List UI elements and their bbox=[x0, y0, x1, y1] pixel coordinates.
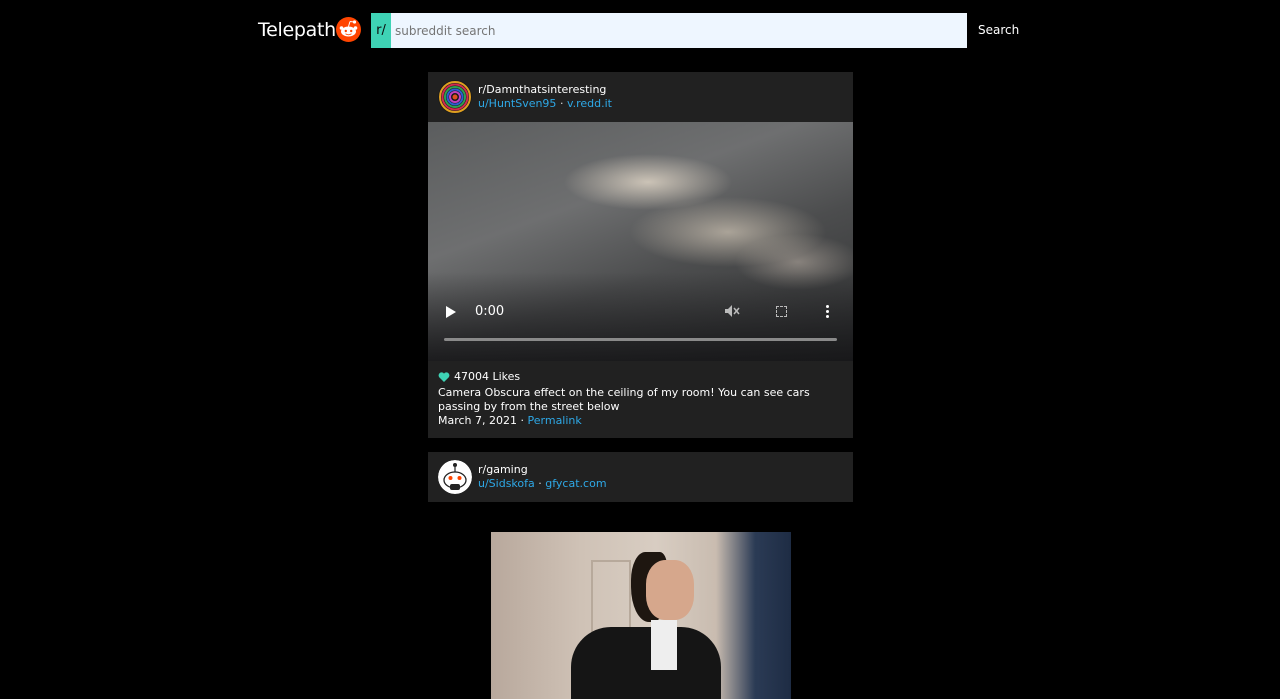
post-header: r/Damnthatsinteresting u/HuntSven95 · v.… bbox=[428, 72, 853, 122]
author-link[interactable]: u/HuntSven95 bbox=[478, 97, 556, 110]
heart-icon bbox=[438, 372, 450, 382]
domain-link[interactable]: v.redd.it bbox=[567, 97, 612, 110]
subreddit-prefix: r/ bbox=[371, 13, 391, 48]
post-date-row: March 7, 2021 · Permalink bbox=[438, 414, 843, 428]
video-player[interactable]: 0:00 bbox=[428, 122, 853, 361]
reddit-logo-icon bbox=[336, 17, 361, 42]
post-card: r/gaming u/Sidskofa · gfycat.com bbox=[428, 452, 853, 502]
post-meta: u/Sidskofa · gfycat.com bbox=[478, 477, 607, 490]
permalink[interactable]: Permalink bbox=[528, 414, 582, 427]
subreddit-avatar[interactable] bbox=[438, 80, 472, 114]
likes-row: 47004 Likes bbox=[438, 370, 843, 384]
post-title: Camera Obscura effect on the ceiling of … bbox=[438, 386, 810, 413]
post-header: r/gaming u/Sidskofa · gfycat.com bbox=[428, 452, 853, 502]
video-progress-bar[interactable] bbox=[444, 338, 837, 341]
app-title: Telepath bbox=[258, 19, 336, 41]
likes-count: 47004 Likes bbox=[454, 370, 521, 383]
fullscreen-icon[interactable] bbox=[776, 306, 787, 317]
post-body: 47004 Likes Camera Obscura effect on the… bbox=[428, 361, 853, 438]
post-gif-image[interactable] bbox=[491, 532, 791, 699]
mute-icon[interactable] bbox=[724, 304, 740, 322]
post-card: r/Damnthatsinteresting u/HuntSven95 · v.… bbox=[428, 72, 853, 438]
author-link[interactable]: u/Sidskofa bbox=[478, 477, 535, 490]
meta-separator: · bbox=[559, 97, 564, 110]
search-button[interactable]: Search bbox=[974, 13, 1023, 48]
subreddit-name[interactable]: r/gaming bbox=[478, 463, 528, 476]
subreddit-avatar[interactable] bbox=[438, 460, 472, 494]
meta-separator: · bbox=[538, 477, 542, 490]
post-meta: u/HuntSven95 · v.redd.it bbox=[478, 97, 612, 110]
top-bar: Telepath r/ Search bbox=[258, 13, 1022, 48]
subreddit-search-input[interactable] bbox=[391, 13, 967, 48]
more-options-icon[interactable] bbox=[826, 305, 830, 320]
video-time: 0:00 bbox=[475, 304, 505, 319]
subreddit-name[interactable]: r/Damnthatsinteresting bbox=[478, 83, 606, 96]
domain-link[interactable]: gfycat.com bbox=[545, 477, 606, 490]
post-date: March 7, 2021 · bbox=[438, 414, 525, 427]
play-icon[interactable] bbox=[446, 306, 456, 318]
